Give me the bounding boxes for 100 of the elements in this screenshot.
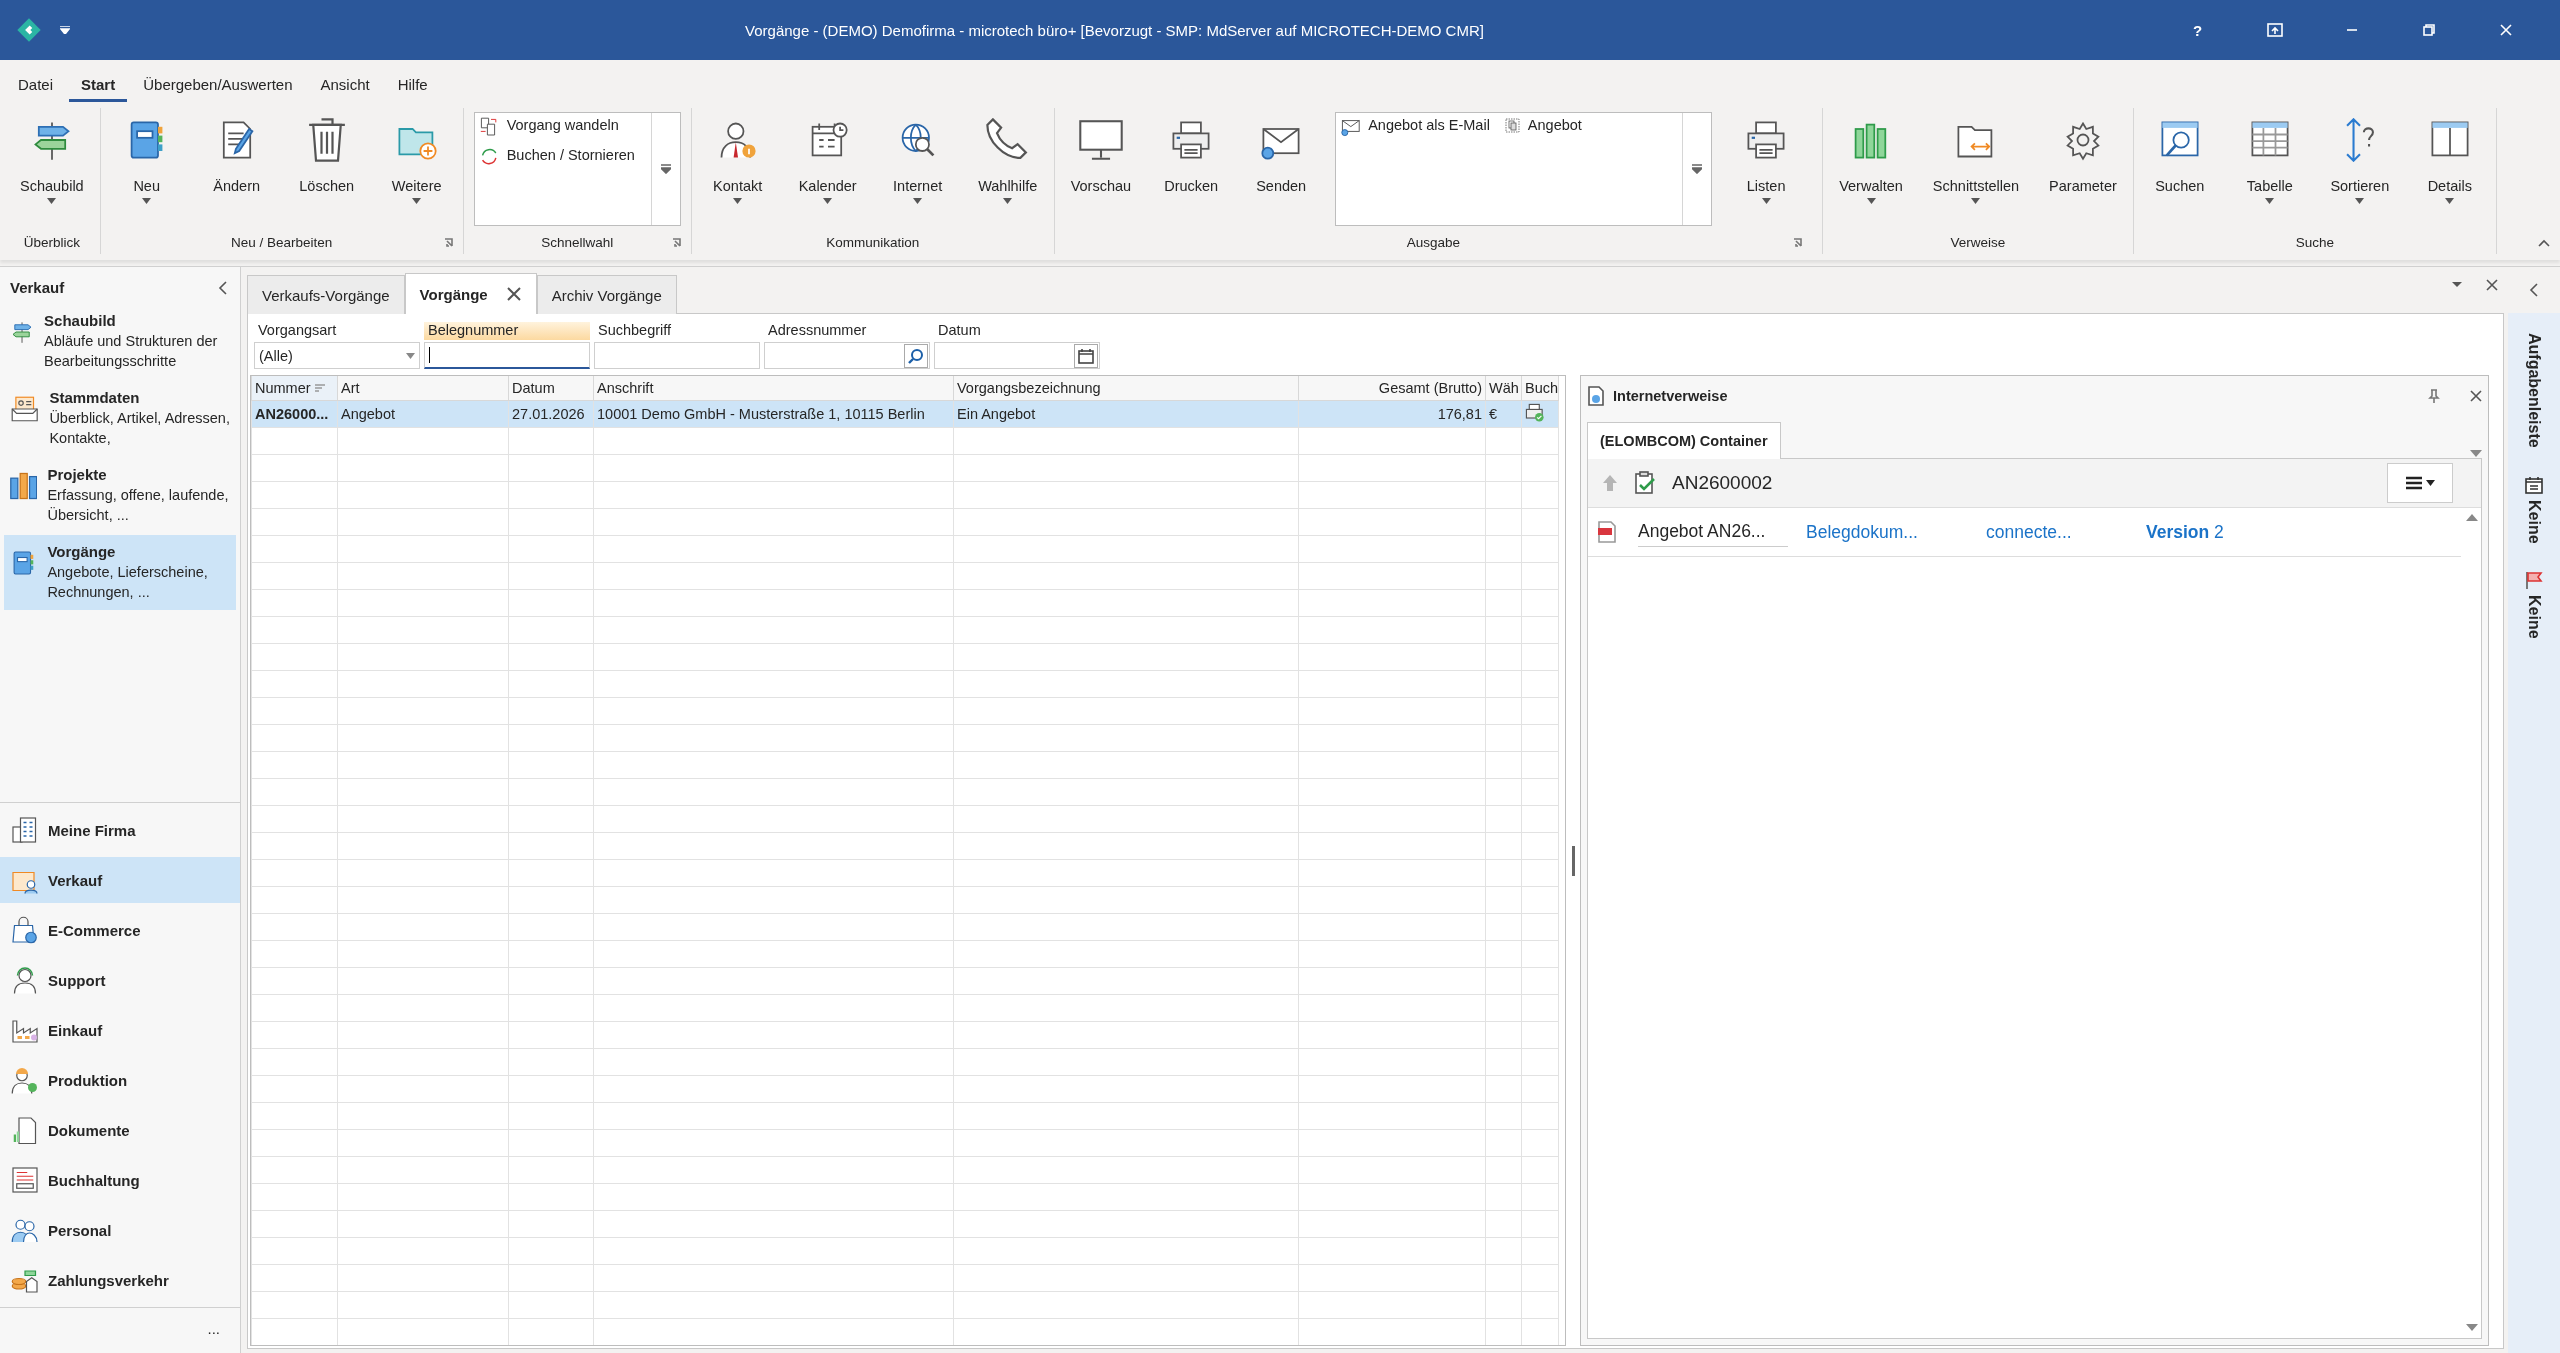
column-header[interactable]: Datum — [508, 376, 594, 401]
quick-access-icon — [60, 26, 70, 34]
worker-icon — [10, 1065, 40, 1095]
input-field[interactable] — [764, 342, 930, 369]
column-header[interactable]: Art — [337, 376, 509, 401]
caret-icon — [412, 198, 422, 204]
help-button[interactable]: ? — [2159, 10, 2236, 50]
ribbon-button[interactable]: Ändern — [200, 108, 273, 230]
restore-icon — [2422, 24, 2435, 36]
ribbon-display-icon — [2266, 23, 2283, 37]
group-label: Ausgabe — [1406, 234, 1461, 250]
ribbon-button[interactable]: Löschen — [290, 108, 363, 230]
path-label: AN2600002 — [1672, 472, 1773, 494]
caret-icon — [406, 352, 415, 359]
column-header[interactable]: Gesamt (Brutto) — [1298, 376, 1486, 401]
ribbon-button[interactable]: Senden — [1245, 108, 1318, 230]
close-icon — [2499, 24, 2512, 36]
ribbon-button[interactable]: Details — [2413, 108, 2486, 230]
document-type-link[interactable]: Belegdokum... — [1806, 521, 1986, 543]
caret-icon — [1003, 198, 1013, 204]
ribbon-button[interactable]: Parameter — [2043, 108, 2123, 230]
table-cell: 10001 Demo GmbH - Musterstraße 1, 10115 Berlin — [593, 400, 954, 428]
panel-tab[interactable]: (ELOMBCOM) Container — [1587, 422, 1781, 459]
module-item[interactable]: Schaubild Abläufe und Strukturen der Bearbeitungsschritte — [4, 304, 236, 379]
group-label: Kommunikation — [826, 234, 920, 250]
menu-tab[interactable]: Hilfe — [385, 76, 440, 102]
section-item[interactable]: Support — [0, 957, 240, 1003]
field-label: Adressnummer — [767, 322, 868, 340]
monitor-icon — [1078, 118, 1123, 162]
group-label: Überblick — [23, 234, 80, 250]
section-item[interactable]: Personal — [0, 1207, 240, 1253]
taskbar-item[interactable]: Keine — [2525, 595, 2543, 639]
column-header[interactable]: Nummer — [251, 376, 338, 401]
ribbon-button[interactable]: Kontakt — [701, 108, 774, 230]
caret-icon — [1761, 198, 1771, 204]
shopping-bag-icon — [10, 915, 40, 945]
column-header[interactable]: Anschrift — [593, 376, 954, 401]
document-tab[interactable]: Verkaufs-Vorgänge — [247, 275, 405, 314]
column-header[interactable]: Vorgangsbezeichnung — [953, 376, 1299, 401]
date-field[interactable] — [934, 342, 1100, 369]
section-item[interactable]: Buchhaltung — [0, 1157, 240, 1203]
caret-icon — [2265, 198, 2275, 204]
status-link[interactable]: connecte... — [1986, 521, 2146, 543]
version-link[interactable]: Version 2 — [2146, 521, 2224, 543]
ribbon-button[interactable]: Internet — [881, 108, 954, 230]
calendar-icon — [2525, 475, 2543, 494]
clipboard-check-icon — [1634, 471, 1656, 495]
section-item[interactable]: Verkauf — [0, 857, 240, 903]
scroll-up-icon — [2466, 513, 2478, 521]
ribbon-button[interactable]: Vorschau — [1064, 108, 1138, 230]
select-field[interactable]: (Alle) — [254, 342, 420, 369]
section-item[interactable]: E-Commerce — [0, 907, 240, 953]
ribbon-button[interactable]: Sortieren — [2323, 108, 2396, 230]
taskbar-item[interactable]: Keine — [2525, 499, 2543, 544]
ribbon-button[interactable]: Kalender — [791, 108, 864, 230]
section-item[interactable]: Zahlungsverkehr — [0, 1257, 240, 1303]
section-item[interactable]: Einkauf — [0, 1007, 240, 1053]
ribbon-button[interactable]: Weitere — [380, 108, 453, 230]
menu-tab[interactable]: Datei — [6, 76, 66, 102]
section-item[interactable]: Dokumente — [0, 1107, 240, 1153]
module-item[interactable]: Vorgänge Angebote, Lieferscheine, Rechnungen, ... — [4, 535, 236, 610]
column-header[interactable]: Wäh — [1485, 376, 1522, 401]
input-field[interactable] — [424, 342, 590, 369]
ribbon-button[interactable]: Drucken — [1155, 108, 1228, 230]
ribbon-button[interactable]: Tabelle — [2233, 108, 2306, 230]
ribbon-button[interactable]: Verwalten — [1833, 108, 1909, 230]
menu-button[interactable] — [2387, 463, 2453, 503]
ribbon-button[interactable]: Wahlhilfe — [971, 108, 1044, 230]
menu-icon — [2405, 476, 2422, 490]
gallery-item[interactable]: Vorgang wandeln — [478, 117, 635, 141]
panel-title: Internetverweise — [1613, 388, 1728, 404]
ribbon-button[interactable]: Schnittstellen — [1926, 108, 2026, 230]
gallery-item[interactable]: Angebot als E-Mail — [1340, 117, 1490, 141]
caret-icon — [47, 198, 57, 204]
menu-tab[interactable]: Übergeben/Auswerten — [131, 76, 305, 102]
ribbon-button[interactable]: Listen — [1730, 108, 1803, 230]
ribbon-button[interactable]: Neu — [110, 108, 183, 230]
ribbon-button[interactable]: Schaubild — [14, 108, 90, 230]
table-cell: 27.01.2026 — [508, 400, 594, 428]
gallery-item[interactable]: Angebot — [1503, 117, 1582, 141]
section-item[interactable]: Produktion — [0, 1057, 240, 1103]
column-header[interactable]: Buch — [1521, 376, 1559, 401]
scroll-down-icon — [2466, 1324, 2478, 1332]
more-button[interactable]: ... — [207, 1320, 220, 1337]
gallery-item[interactable]: Buchen / Stornieren — [478, 147, 635, 171]
close-icon — [2486, 279, 2498, 291]
field-label: Belegnummer — [424, 322, 590, 340]
document-tab[interactable]: Archiv Vorgänge — [536, 275, 677, 314]
caret-icon — [1866, 198, 1876, 204]
ribbon-button[interactable]: Suchen — [2143, 108, 2216, 230]
up-arrow-icon — [1602, 474, 1618, 492]
module-item[interactable]: Projekte Erfassung, offene, laufende, Übersicht, ... — [4, 458, 236, 533]
module-item[interactable]: Stammdaten Überblick, Artikel, Adressen, Kontakte, — [4, 381, 236, 456]
calendar-icon — [1078, 347, 1094, 364]
menu-tab[interactable]: Ansicht — [308, 76, 382, 102]
document-tab[interactable]: Vorgänge — [404, 273, 537, 314]
menu-tab[interactable]: Start — [69, 76, 128, 102]
section-item[interactable]: Meine Firma — [0, 807, 240, 853]
input-field[interactable] — [594, 342, 760, 369]
caret-icon — [913, 198, 923, 204]
